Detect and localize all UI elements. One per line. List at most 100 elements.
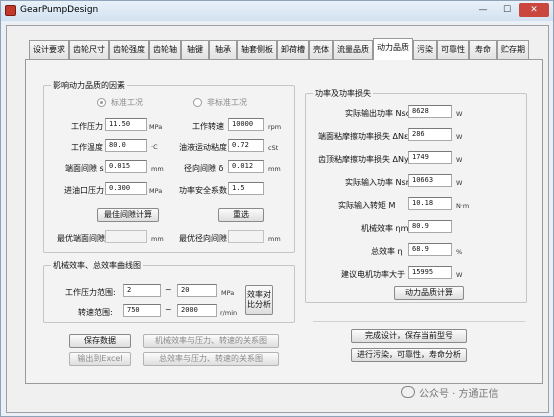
- total-efficiency-field: 68.9: [408, 243, 452, 256]
- wechat-icon: [401, 386, 415, 398]
- radio-nonstandard-label: 非标准工况: [207, 98, 247, 107]
- tab-sleeve-side-plate[interactable]: 轴套侧板: [237, 40, 277, 59]
- end-gap-field[interactable]: 0.015: [105, 160, 147, 173]
- speed-range-tilde: ~: [165, 305, 172, 314]
- oil-viscosity-field[interactable]: 0.72: [228, 139, 264, 152]
- radio-standard-label: 标准工况: [111, 98, 143, 107]
- tab-reliability[interactable]: 可靠性: [437, 40, 469, 59]
- radial-gap-label: 径向间隙 δ: [184, 164, 224, 173]
- suggested-motor-power-field: 15995: [408, 266, 452, 279]
- oil-viscosity-unit: cSt: [268, 144, 279, 152]
- total-efficiency-curve-button[interactable]: 总效率与压力、转速的关系图: [143, 352, 279, 366]
- radial-gap-field[interactable]: 0.012: [228, 160, 264, 173]
- output-power-field: 8628: [408, 105, 452, 118]
- mech-efficiency-field: 80.9: [408, 220, 452, 233]
- next-analysis-button[interactable]: 进行污染，可靠性，寿命分析: [351, 348, 467, 362]
- tab-power-quality[interactable]: 动力品质: [373, 38, 413, 60]
- tab-gear-size[interactable]: 齿轮尺寸: [69, 40, 109, 59]
- speed-range-unit: r/min: [220, 309, 238, 317]
- best-radial-gap-label: 最优径向间隙: [179, 234, 227, 243]
- work-pressure-label: 工作压力: [71, 122, 103, 131]
- influence-factors-title: 影响动力品质的因素: [51, 80, 127, 91]
- speed-range-label: 转速范围:: [78, 308, 113, 317]
- oil-viscosity-label: 油液运动粘度: [179, 143, 227, 152]
- total-efficiency-unit: %: [456, 248, 463, 256]
- best-radial-gap-unit: mm: [268, 235, 281, 243]
- tab-housing[interactable]: 壳体: [309, 40, 333, 59]
- tip-friction-loss-field: 1749: [408, 151, 452, 164]
- tab-lifespan[interactable]: 寿命: [469, 40, 497, 59]
- end-gap-unit: mm: [151, 165, 164, 173]
- input-power-label: 实际输入功率 Nsr: [345, 178, 409, 187]
- pressure-range-label: 工作压力范围:: [65, 288, 116, 297]
- end-friction-loss-field: 286: [408, 128, 452, 141]
- pressure-range-to-field[interactable]: 20: [177, 284, 217, 297]
- work-speed-unit: rpm: [268, 123, 282, 131]
- output-power-label: 实际输出功率 Nsc: [345, 109, 411, 118]
- tab-bearing[interactable]: 轴承: [209, 40, 237, 59]
- tip-friction-loss-label: 齿顶粘摩擦功率损失 ΔNy: [318, 155, 409, 164]
- maximize-button[interactable]: ☐: [495, 3, 519, 17]
- input-power-unit: W: [456, 179, 463, 187]
- efficiency-compare-button[interactable]: 效率对比分析: [245, 285, 273, 315]
- speed-range-to-field[interactable]: 2000: [177, 304, 217, 317]
- finish-design-button[interactable]: 完成设计，保存当前型号: [351, 329, 467, 343]
- pressure-range-tilde: ~: [165, 285, 172, 294]
- total-efficiency-label: 总效率 η: [371, 247, 403, 256]
- tab-design-requirements[interactable]: 设计要求: [29, 40, 69, 59]
- export-excel-button[interactable]: 输出到Excel: [69, 352, 131, 366]
- best-end-gap-field: [105, 230, 147, 243]
- tip-friction-loss-unit: W: [456, 156, 463, 164]
- input-torque-label: 实际输入转矩 M: [338, 201, 396, 210]
- tab-gear-shaft[interactable]: 齿轮轴: [149, 40, 181, 59]
- power-safety-factor-field[interactable]: 1.5: [228, 182, 264, 195]
- reset-button[interactable]: 重选: [218, 208, 264, 222]
- efficiency-curve-title: 机械效率、总效率曲线图: [51, 260, 143, 271]
- output-power-unit: W: [456, 110, 463, 118]
- inlet-pressure-field[interactable]: 0.300: [105, 182, 147, 195]
- end-friction-loss-label: 端面粘摩擦功率损失 ΔNε: [318, 132, 409, 141]
- save-data-button[interactable]: 保存数据: [69, 334, 131, 348]
- radio-nonstandard-condition[interactable]: [193, 98, 202, 107]
- suggested-motor-power-unit: W: [456, 271, 463, 279]
- best-end-gap-label: 最优端面间隙: [57, 234, 105, 243]
- mech-efficiency-curve-button[interactable]: 机械效率与压力、转速的关系图: [143, 334, 279, 348]
- minimize-button[interactable]: —: [471, 3, 495, 17]
- input-torque-unit: N·m: [456, 202, 470, 210]
- divider: [313, 321, 525, 322]
- radio-standard-condition[interactable]: [97, 98, 106, 107]
- mech-efficiency-label: 机械效率 ηm: [361, 224, 409, 233]
- work-speed-field[interactable]: 10000: [228, 118, 264, 131]
- app-icon: [5, 5, 16, 16]
- close-button[interactable]: ✕: [519, 3, 549, 17]
- inlet-pressure-label: 进油口压力: [64, 186, 104, 195]
- radial-gap-unit: mm: [268, 165, 281, 173]
- work-temperature-label: 工作温度: [71, 143, 103, 152]
- tab-storage-period[interactable]: 贮存期: [497, 40, 529, 59]
- watermark-text: 公众号 · 方通正信: [419, 389, 499, 400]
- tab-contamination[interactable]: 污染: [413, 40, 437, 59]
- inlet-pressure-unit: MPa: [149, 187, 163, 195]
- end-gap-label: 端面间隙 s: [65, 164, 104, 173]
- suggested-motor-power-label: 建议电机功率大于: [341, 270, 405, 279]
- tab-relief-groove[interactable]: 卸荷槽: [277, 40, 309, 59]
- work-temperature-field[interactable]: 80.0: [105, 139, 147, 152]
- work-temperature-unit: ·C: [151, 143, 158, 151]
- best-gap-calc-button[interactable]: 最佳间隙计算: [97, 208, 159, 222]
- input-torque-field: 10.18: [408, 197, 452, 210]
- power-safety-factor-label: 功率安全系数: [179, 186, 227, 195]
- tab-gear-strength[interactable]: 齿轮强度: [109, 40, 149, 59]
- tab-flow-quality[interactable]: 流量品质: [333, 40, 373, 59]
- best-end-gap-unit: mm: [151, 235, 164, 243]
- end-friction-loss-unit: W: [456, 133, 463, 141]
- speed-range-from-field[interactable]: 750: [123, 304, 161, 317]
- pressure-range-from-field[interactable]: 2: [123, 284, 161, 297]
- app-window: GearPumpDesign — ☐ ✕ 设计要求 齿轮尺寸 齿轮强度 齿轮轴 …: [0, 0, 554, 417]
- window-title: GearPumpDesign: [20, 5, 99, 15]
- tab-shaft-key[interactable]: 轴键: [181, 40, 209, 59]
- power-quality-calc-button[interactable]: 动力品质计算: [394, 286, 464, 300]
- watermark: 公众号 · 方通正信: [401, 385, 551, 401]
- work-speed-label: 工作转速: [192, 122, 224, 131]
- title-bar: GearPumpDesign — ☐ ✕: [1, 1, 553, 21]
- work-pressure-field[interactable]: 11.50: [105, 118, 147, 131]
